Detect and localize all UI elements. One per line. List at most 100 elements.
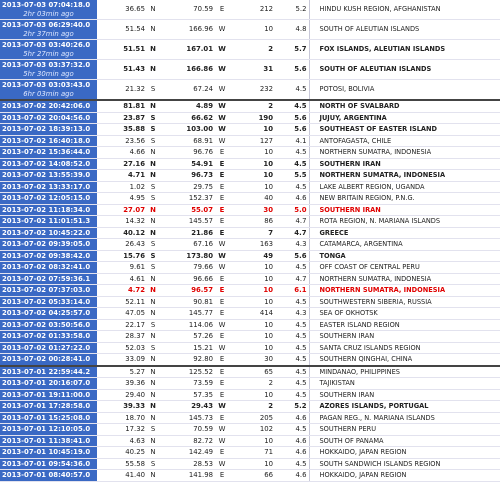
datetime-cell[interactable]: 2013-07-02 11:01:51.3 xyxy=(0,215,97,228)
datetime-cell[interactable]: 2013-07-02 03:50:56.0 xyxy=(0,319,97,331)
table-row[interactable]: 2013-07-03 06:29:40.0 2hr 37min ago 51.54 N… xyxy=(0,19,500,40)
datetime-cell[interactable]: 2013-07-02 20:42:06.0 xyxy=(0,99,97,113)
table-row[interactable]: 2013-07-02 11:18:34.0 27.07 N 55.07 E 30 5.0 SO… xyxy=(0,204,500,216)
table-row[interactable]: 2013-07-02 20:04:56.0 23.87 S 66.62 W 190 5.6 J… xyxy=(0,112,500,124)
datetime-text[interactable]: 2013-07-02 13:33:17.0 xyxy=(2,182,95,192)
datetime-cell[interactable]: 2013-07-02 14:08:52.0 xyxy=(0,158,97,170)
table-row[interactable]: 2013-07-02 16:40:18.0 23.56 S 68.91 W 127 4.1 A… xyxy=(0,135,500,147)
datetime-text[interactable]: 2013-07-02 09:38:42.0 xyxy=(2,251,95,261)
datetime-text[interactable]: 2013-07-02 16:40:18.0 xyxy=(2,136,95,146)
table-row[interactable]: 2013-07-03 03:40:26.0 5hr 27min ago 51.51 N… xyxy=(0,39,500,60)
datetime-text[interactable]: 2013-07-02 20:04:56.0 xyxy=(2,113,95,123)
datetime-cell[interactable]: 2013-07-01 19:11:00.0 xyxy=(0,389,97,401)
table-row[interactable]: 2013-07-02 04:25:57.0 47.05 N 145.77 E 414 4.3… xyxy=(0,307,500,320)
datetime-text[interactable]: 2013-07-01 17:28:58.0 xyxy=(2,401,95,411)
datetime-text[interactable]: 2013-07-02 00:28:41.0 xyxy=(2,354,95,365)
table-row[interactable]: 2013-07-02 07:59:36.1 4.61 N 96.66 E 10 4.7 NOR… xyxy=(0,273,500,285)
datetime-text[interactable]: 2013-07-02 07:59:36.1 xyxy=(2,274,95,284)
datetime-text[interactable]: 2013-07-03 03:37:32.0 xyxy=(2,61,95,70)
datetime-cell[interactable]: 2013-07-02 11:18:34.0 xyxy=(0,204,97,216)
table-row[interactable]: 2013-07-01 22:59:44.2 5.27 N 125.52 E 65 4.5 MI… xyxy=(0,364,500,378)
datetime-text[interactable]: 2013-07-01 19:11:00.0 xyxy=(2,390,95,400)
datetime-text[interactable]: 2013-07-01 11:38:41.0 xyxy=(2,436,95,446)
table-row[interactable]: 2013-07-01 08:40:57.0 41.40 N 141.98 E 66 4.6 H… xyxy=(0,469,500,482)
datetime-cell[interactable]: 2013-07-02 08:32:41.0 xyxy=(0,261,97,274)
datetime-cell[interactable]: 2013-07-02 13:33:17.0 xyxy=(0,181,97,193)
table-row[interactable]: 2013-07-02 08:32:41.0 9.61 S 79.66 W 10 4.5 OFF… xyxy=(0,261,500,274)
datetime-cell[interactable]: 2013-07-02 15:36:44.0 xyxy=(0,146,97,159)
table-row[interactable]: 2013-07-02 05:33:14.0 52.11 N 90.81 E 10 4.5 SO… xyxy=(0,296,500,308)
datetime-text[interactable]: 2013-07-02 15:36:44.0 xyxy=(2,147,95,157)
datetime-text[interactable]: 2013-07-03 03:03:43.0 xyxy=(2,81,95,90)
datetime-text[interactable]: 2013-07-01 22:59:44.2 xyxy=(2,368,95,377)
table-row[interactable]: 2013-07-02 09:39:05.0 26.43 S 67.16 W 163 4.3 C… xyxy=(0,238,500,251)
datetime-cell[interactable]: 2013-07-02 10:45:22.0 xyxy=(0,227,97,239)
table-row[interactable]: 2013-07-02 01:27:22.0 52.03 S 15.21 W 10 4.5 SA… xyxy=(0,342,500,354)
datetime-text[interactable]: 2013-07-02 12:05:15.0 xyxy=(2,193,95,203)
datetime-cell[interactable]: 2013-07-02 20:04:56.0 xyxy=(0,112,97,124)
datetime-cell[interactable]: 2013-07-02 04:25:57.0 xyxy=(0,307,97,320)
datetime-text[interactable]: 2013-07-01 08:40:57.0 xyxy=(2,470,95,480)
datetime-cell[interactable]: 2013-07-01 15:25:08.0 xyxy=(0,412,97,424)
table-row[interactable]: 2013-07-02 03:50:56.0 22.17 S 114.06 W 10 4.5 E… xyxy=(0,319,500,331)
datetime-text[interactable]: 2013-07-02 11:18:34.0 xyxy=(2,205,95,215)
table-row[interactable]: 2013-07-02 11:01:51.3 14.32 N 145.57 E 86 4.7 R… xyxy=(0,215,500,228)
table-row[interactable]: 2013-07-02 00:28:41.0 33.09 N 92.80 E 30 4.5 SO… xyxy=(0,353,500,366)
datetime-text[interactable]: 2013-07-02 14:08:52.0 xyxy=(2,159,95,169)
table-row[interactable]: 2013-07-02 18:39:13.0 35.88 S 103.00 W 10 5.6 S… xyxy=(0,123,500,136)
datetime-text[interactable]: 2013-07-01 10:45:19.0 xyxy=(2,447,95,457)
datetime-cell[interactable]: 2013-07-02 12:05:15.0 xyxy=(0,192,97,205)
datetime-cell[interactable]: 2013-07-01 12:10:05.0 xyxy=(0,423,97,436)
datetime-text[interactable]: 2013-07-02 07:37:03.0 xyxy=(2,285,95,295)
datetime-text[interactable]: 2013-07-01 12:10:05.0 xyxy=(2,424,95,434)
table-row[interactable]: 2013-07-02 13:33:17.0 1.02 S 29.75 E 10 4.5 LAK… xyxy=(0,181,500,193)
table-row[interactable]: 2013-07-02 15:36:44.0 4.66 N 96.76 E 10 4.5 NOR… xyxy=(0,146,500,159)
table-row[interactable]: 2013-07-02 01:33:58.0 28.37 N 57.26 E 10 4.5 SO… xyxy=(0,330,500,343)
datetime-cell[interactable]: 2013-07-01 09:54:36.0 xyxy=(0,458,97,470)
datetime-cell[interactable]: 2013-07-02 09:39:05.0 xyxy=(0,238,97,251)
datetime-text[interactable]: 2013-07-02 10:45:22.0 xyxy=(2,228,95,238)
datetime-text[interactable]: 2013-07-02 13:55:39.0 xyxy=(2,170,95,180)
table-row[interactable]: 2013-07-02 10:45:22.0 40.12 N 21.86 E 7 4.7 GRE… xyxy=(0,227,500,239)
table-row[interactable]: 2013-07-02 14:08:52.0 27.16 N 54.91 E 10 4.5 SO… xyxy=(0,158,500,170)
table-row[interactable]: 2013-07-03 03:03:43.0 6hr 03min ago 21.32 S… xyxy=(0,79,500,101)
table-row[interactable]: 2013-07-02 12:05:15.0 4.95 S 152.37 E 40 4.6 NE… xyxy=(0,192,500,205)
datetime-cell[interactable]: 2013-07-01 22:59:44.2 xyxy=(0,364,97,378)
table-row[interactable]: 2013-07-03 07:04:18.0 2hr 03min ago 36.65 N… xyxy=(0,0,500,20)
datetime-cell[interactable]: 2013-07-02 01:33:58.0 xyxy=(0,330,97,343)
table-row[interactable]: 2013-07-01 09:54:36.0 55.58 S 28.53 W 10 4.5 SO… xyxy=(0,458,500,470)
datetime-cell[interactable]: 2013-07-02 07:37:03.0 xyxy=(0,284,97,297)
datetime-text[interactable]: 2013-07-03 06:29:40.0 xyxy=(2,21,95,30)
table-row[interactable]: 2013-07-01 17:28:58.0 39.33 N 29.43 W 2 5.2 AZO… xyxy=(0,400,500,413)
datetime-cell[interactable]: 2013-07-01 10:45:19.0 xyxy=(0,446,97,459)
datetime-cell[interactable]: 2013-07-01 17:28:58.0 xyxy=(0,400,97,413)
datetime-cell[interactable]: 2013-07-01 08:40:57.0 xyxy=(0,469,97,482)
table-row[interactable]: 2013-07-02 07:37:03.0 4.72 N 96.57 E 10 6.1 NOR… xyxy=(0,284,500,297)
datetime-text[interactable]: 2013-07-02 04:25:57.0 xyxy=(2,308,95,318)
datetime-cell[interactable]: 2013-07-03 07:04:18.0 2hr 03min ago xyxy=(0,0,97,20)
table-row[interactable]: 2013-07-01 10:45:19.0 40.25 N 142.49 E 71 4.6 H… xyxy=(0,446,500,459)
datetime-cell[interactable]: 2013-07-01 11:38:41.0 xyxy=(0,435,97,447)
table-row[interactable]: 2013-07-01 20:16:07.0 39.36 N 73.59 E 2 4.5 TAJ… xyxy=(0,377,500,390)
table-row[interactable]: 2013-07-02 09:38:42.0 15.76 S 173.80 W 49 5.6 T… xyxy=(0,250,500,262)
table-row[interactable]: 2013-07-01 12:10:05.0 17.32 S 70.59 W 102 4.5 S… xyxy=(0,423,500,436)
datetime-cell[interactable]: 2013-07-02 01:27:22.0 xyxy=(0,342,97,354)
table-row[interactable]: 2013-07-03 03:37:32.0 5hr 30min ago 51.43 N… xyxy=(0,59,500,80)
table-row[interactable]: 2013-07-01 11:38:41.0 4.63 N 82.72 W 10 4.6 SOU… xyxy=(0,435,500,447)
datetime-cell[interactable]: 2013-07-02 18:39:13.0 xyxy=(0,123,97,136)
table-row[interactable]: 2013-07-01 15:25:08.0 18.70 N 145.73 E 205 4.6… xyxy=(0,412,500,424)
datetime-text[interactable]: 2013-07-02 09:39:05.0 xyxy=(2,239,95,249)
datetime-text[interactable]: 2013-07-02 11:01:51.3 xyxy=(2,216,95,226)
datetime-text[interactable]: 2013-07-02 01:33:58.0 xyxy=(2,331,95,341)
datetime-cell[interactable]: 2013-07-03 03:03:43.0 6hr 03min ago xyxy=(0,79,97,101)
datetime-text[interactable]: 2013-07-01 20:16:07.0 xyxy=(2,378,95,388)
datetime-text[interactable]: 2013-07-02 01:27:22.0 xyxy=(2,343,95,353)
datetime-cell[interactable]: 2013-07-02 05:33:14.0 xyxy=(0,296,97,308)
datetime-cell[interactable]: 2013-07-03 06:29:40.0 2hr 37min ago xyxy=(0,19,97,40)
datetime-text[interactable]: 2013-07-02 03:50:56.0 xyxy=(2,320,95,330)
datetime-text[interactable]: 2013-07-02 05:33:14.0 xyxy=(2,297,95,307)
datetime-cell[interactable]: 2013-07-02 00:28:41.0 xyxy=(0,353,97,366)
datetime-cell[interactable]: 2013-07-03 03:40:26.0 5hr 27min ago xyxy=(0,39,97,60)
datetime-cell[interactable]: 2013-07-02 07:59:36.1 xyxy=(0,273,97,285)
datetime-text[interactable]: 2013-07-03 07:04:18.0 xyxy=(2,1,95,10)
